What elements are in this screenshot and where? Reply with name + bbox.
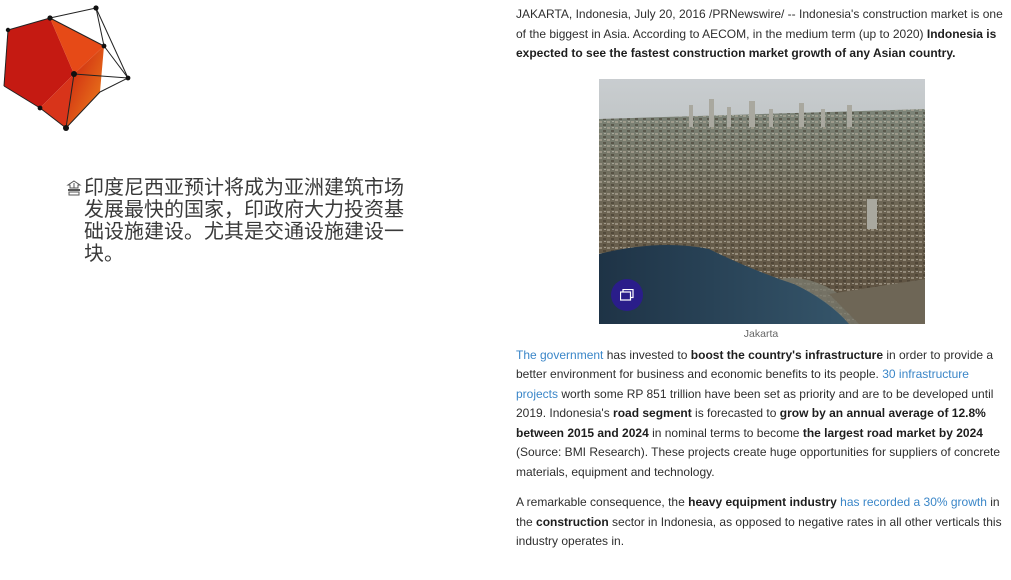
- bullet-point: 印度尼西亚预计将成为亚洲建筑市场发展最快的国家，印政府大力投资基础设施建设。尤其…: [66, 176, 416, 264]
- bold-run: road segment: [613, 406, 692, 420]
- text-run: in nominal terms to become: [648, 425, 803, 440]
- bullet-text: 印度尼西亚预计将成为亚洲建筑市场发展最快的国家，印政府大力投资基础设施建设。尤其…: [84, 175, 404, 265]
- bullet-glyph-icon: [66, 180, 82, 196]
- text-run: is forecasted to: [691, 406, 780, 420]
- article-lead: JAKARTA, Indonesia, July 20, 2016 /PRNew…: [516, 5, 1006, 64]
- text-run: has invested to: [603, 347, 691, 362]
- gallery-icon: [620, 288, 634, 301]
- image-caption: Jakarta: [743, 327, 779, 340]
- bold-run: construction: [536, 514, 609, 529]
- geometric-logo: [3, 5, 131, 131]
- bold-run: boost the country's infrastructure: [690, 347, 883, 362]
- government-link[interactable]: The government: [516, 348, 603, 362]
- jakarta-photo-container: [599, 78, 925, 324]
- article-paragraph-2: The government has invested to boost the…: [516, 346, 1006, 483]
- bold-run: heavy equipment industry: [688, 495, 837, 509]
- jakarta-aerial-photo: [599, 78, 925, 324]
- bold-run: the largest road market by 2024: [802, 425, 983, 440]
- growth-link[interactable]: has recorded a 30% growth: [837, 495, 987, 509]
- article-paragraph-3: A remarkable consequence, the heavy equi…: [516, 493, 1006, 552]
- text-run: A remarkable consequence, the: [516, 495, 689, 509]
- text-run: (Source: BMI Research). These projects c…: [516, 445, 1001, 479]
- gallery-button[interactable]: [611, 278, 643, 311]
- article: JAKARTA, Indonesia, July 20, 2016 /PRNew…: [516, 5, 1006, 552]
